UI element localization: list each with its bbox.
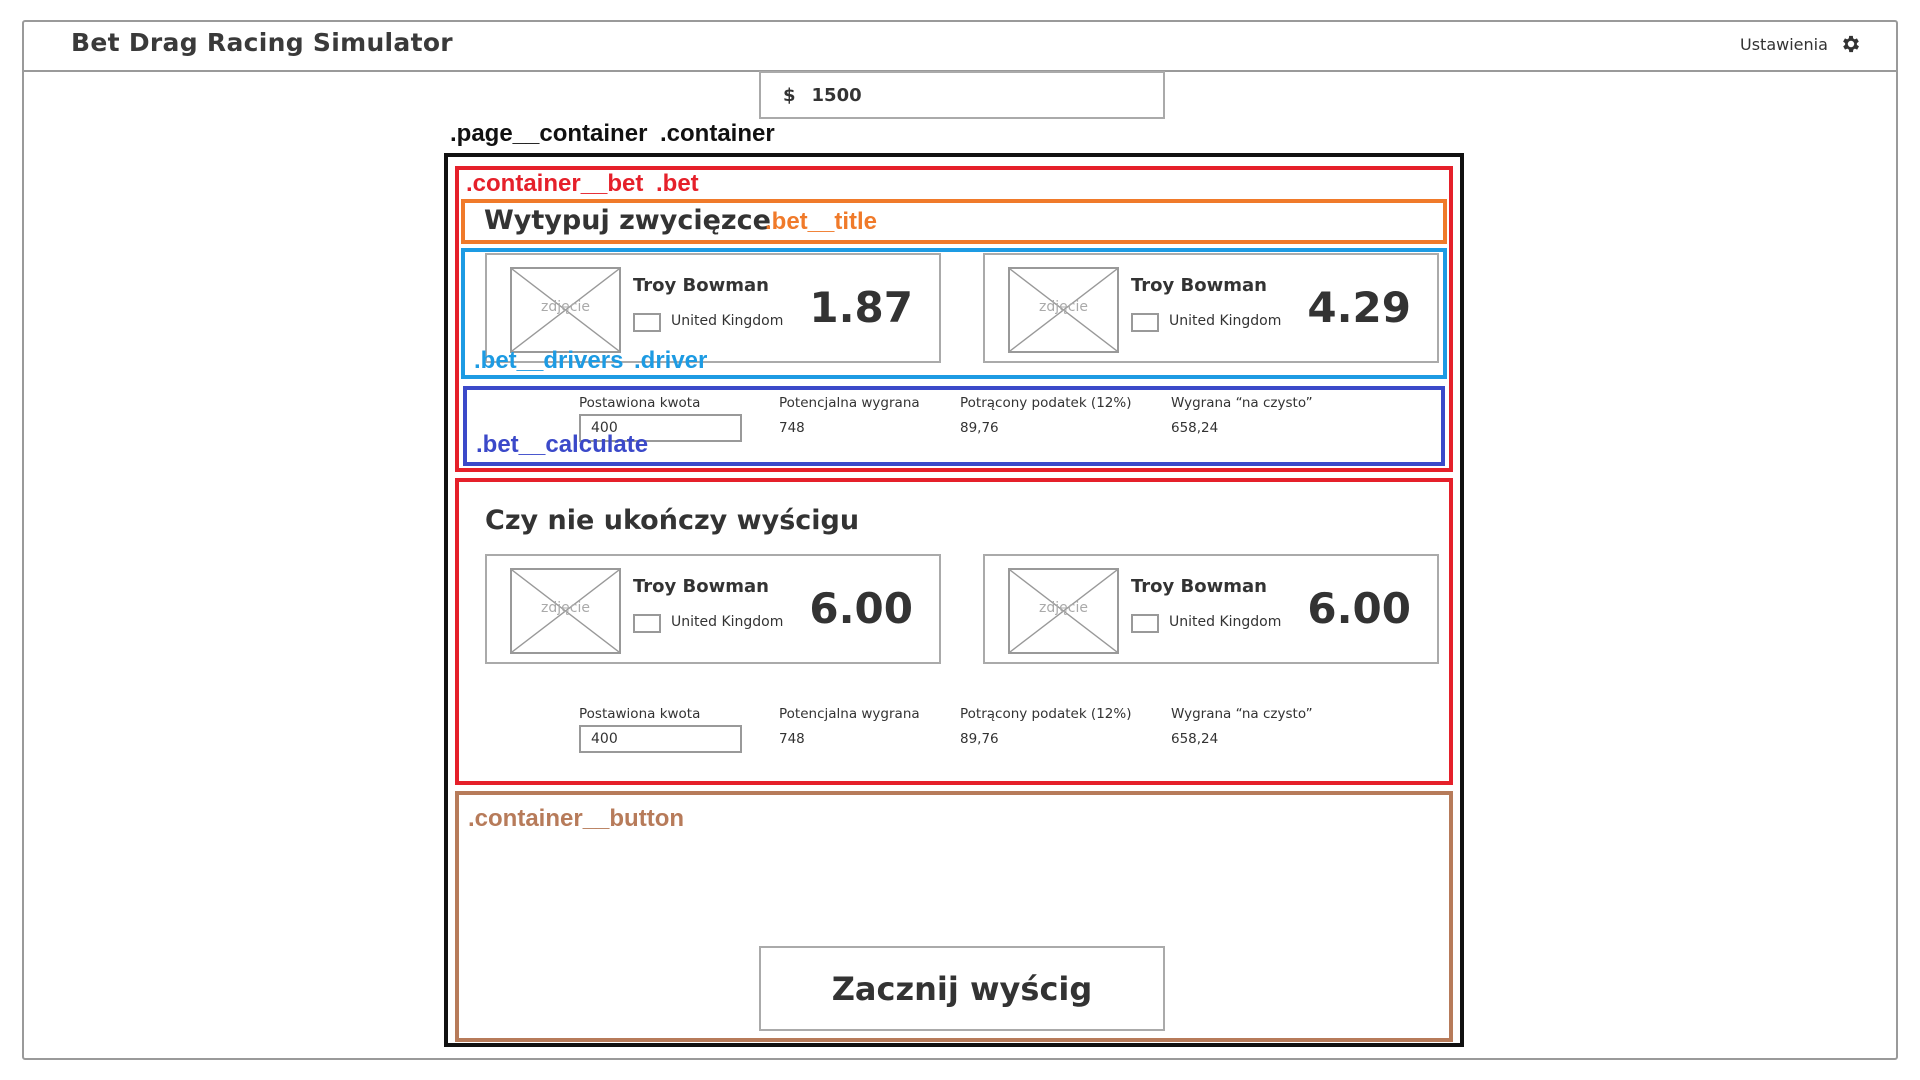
potential-win-label: Potencjalna wygrana [779, 395, 920, 411]
stake-label: Postawiona kwota [579, 706, 701, 722]
driver-name: Troy Bowman [633, 275, 769, 296]
bet-title-winner: Wytypuj zwycięzce [484, 205, 771, 236]
driver-card-2[interactable]: zdjęcie Troy Bowman United Kingdom 4.29 [983, 253, 1439, 363]
flag-icon [633, 313, 661, 332]
annotation-bet-calculate: .bet__calculate [476, 431, 649, 458]
annotation-bet-drivers: .bet__drivers [474, 347, 624, 374]
driver-name: Troy Bowman [1131, 275, 1267, 296]
settings-label: Ustawienia [1740, 34, 1828, 54]
bet-title-dnf: Czy nie ukończy wyścigu [485, 505, 860, 536]
photo-label: zdjęcie [1039, 299, 1088, 315]
balance-amount: 1500 [811, 84, 862, 106]
potential-win-value: 748 [779, 420, 805, 436]
start-race-button[interactable]: Zacznij wyścig [759, 946, 1165, 1031]
driver-odds: 1.87 [809, 283, 913, 332]
driver-odds: 6.00 [809, 584, 913, 633]
driver-country: United Kingdom [1169, 614, 1282, 630]
annotation-container-bet: .container__bet [466, 170, 644, 197]
photo-label: zdjęcie [541, 299, 590, 315]
annotation-container-button: .container__button [468, 805, 685, 832]
settings-button[interactable]: Ustawienia [1740, 33, 1862, 55]
driver-photo: zdjęcie [510, 267, 621, 353]
currency-symbol: $ [783, 84, 796, 106]
potential-win-label: Potencjalna wygrana [779, 706, 920, 722]
driver-odds: 4.29 [1307, 283, 1411, 332]
net-win-label: Wygrana “na czysto” [1171, 395, 1313, 411]
photo-label: zdjęcie [541, 600, 590, 616]
tax-label: Potrącony podatek (12%) [960, 706, 1132, 722]
gear-icon [1843, 35, 1859, 53]
driver-country: United Kingdom [671, 313, 784, 329]
flag-icon [633, 614, 661, 633]
net-win-value: 658,24 [1171, 731, 1219, 747]
app-title: Bet Drag Racing Simulator [71, 28, 453, 57]
annotation-page-container: .page__container [450, 120, 648, 147]
tax-value: 89,76 [960, 420, 999, 436]
driver-photo: zdjęcie [1008, 568, 1119, 654]
driver-name: Troy Bowman [1131, 576, 1267, 597]
driver-odds: 6.00 [1307, 584, 1411, 633]
driver-country: United Kingdom [1169, 313, 1282, 329]
flag-icon [1131, 614, 1159, 633]
stake-input[interactable] [579, 725, 742, 753]
balance-display: $ 1500 [759, 71, 1165, 119]
potential-win-value: 748 [779, 731, 805, 747]
stake-label: Postawiona kwota [579, 395, 701, 411]
annotation-container: .container [660, 120, 775, 147]
annotation-driver: .driver [634, 347, 708, 374]
photo-label: zdjęcie [1039, 600, 1088, 616]
flag-icon [1131, 313, 1159, 332]
annotation-bet-title: .bet__title [765, 208, 878, 235]
net-win-value: 658,24 [1171, 420, 1219, 436]
tax-label: Potrącony podatek (12%) [960, 395, 1132, 411]
driver-photo: zdjęcie [510, 568, 621, 654]
driver-card-3[interactable]: zdjęcie Troy Bowman United Kingdom 6.00 [485, 554, 941, 664]
annotation-bet: .bet [656, 170, 699, 197]
driver-card-4[interactable]: zdjęcie Troy Bowman United Kingdom 6.00 [983, 554, 1439, 664]
driver-name: Troy Bowman [633, 576, 769, 597]
driver-photo: zdjęcie [1008, 267, 1119, 353]
driver-country: United Kingdom [671, 614, 784, 630]
tax-value: 89,76 [960, 731, 999, 747]
net-win-label: Wygrana “na czysto” [1171, 706, 1313, 722]
